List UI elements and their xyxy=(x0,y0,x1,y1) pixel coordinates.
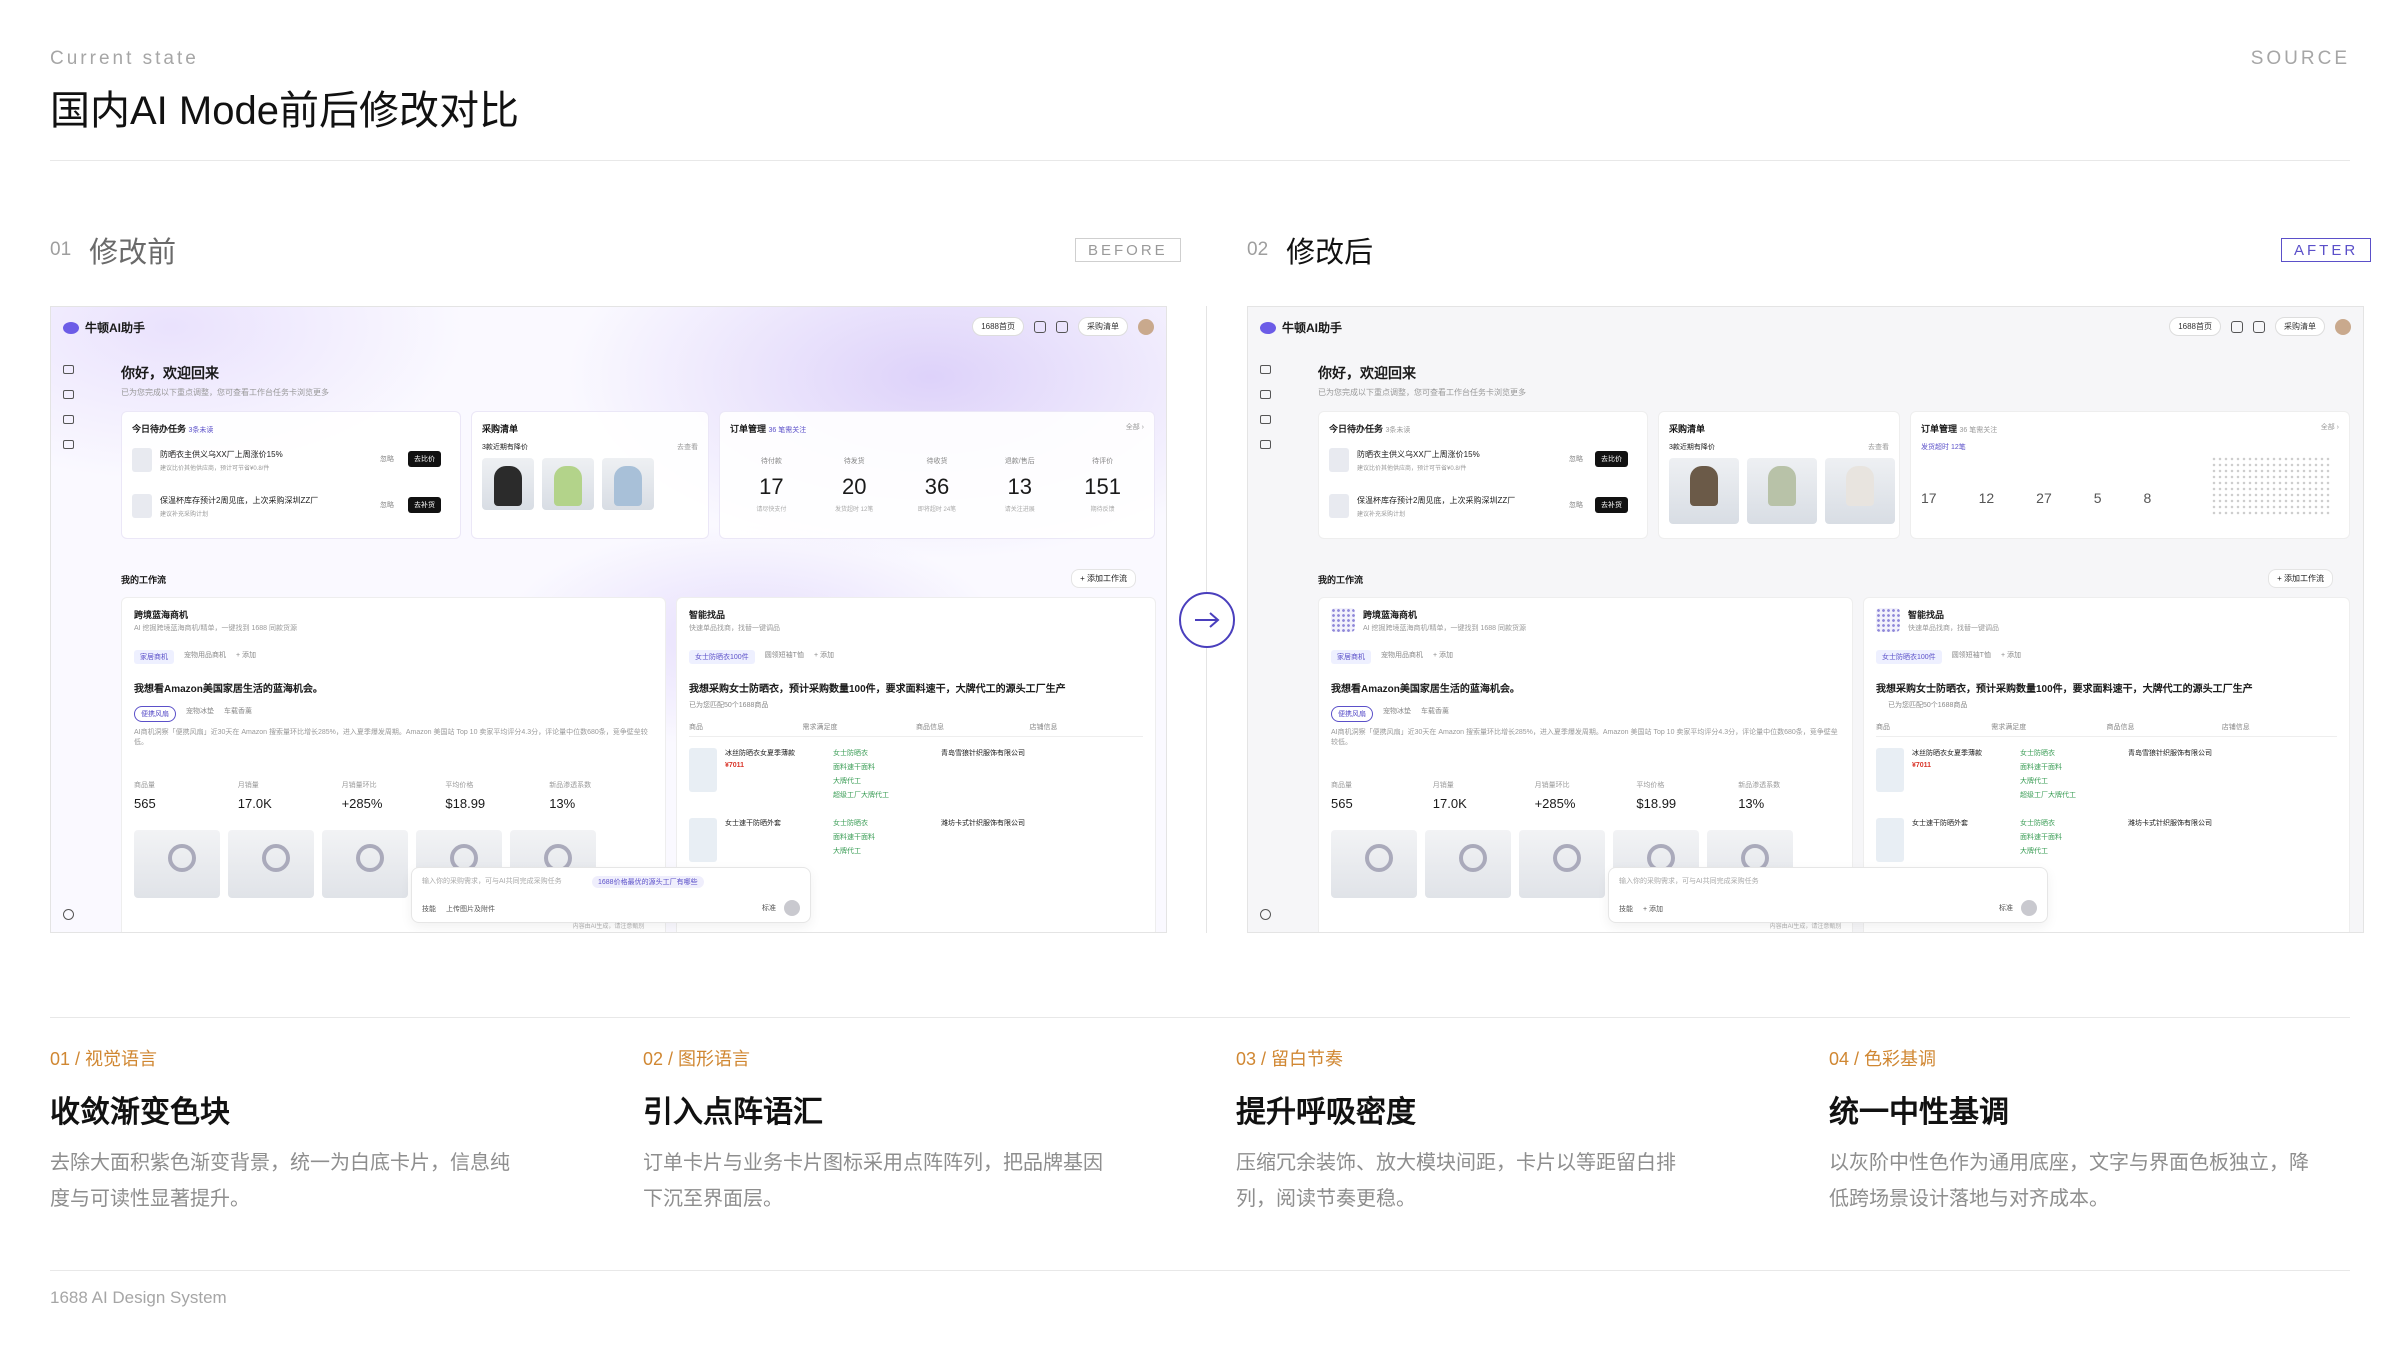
nav-chat-icon[interactable] xyxy=(63,440,74,449)
before-tag: BEFORE xyxy=(1075,238,1181,262)
todo-card: 今日待办任务 3条未读 防晒衣主供义乌XX厂上周涨价15% 建议比价其他供应商，预… xyxy=(1318,411,1648,539)
nav-cart-icon[interactable] xyxy=(1260,415,1271,424)
product-row[interactable]: 冰丝防晒衣女夏季薄款 ¥7011 女士防晒衣 面料速干面料 大牌代工 超级工厂大牌代工 … xyxy=(1876,748,2258,800)
nav-folder-icon[interactable] xyxy=(63,390,74,399)
topbar: 1688首页 采购清单 xyxy=(972,317,1154,336)
add-workflow-button[interactable]: + 添加工作流 xyxy=(2268,569,2333,588)
settings-icon[interactable] xyxy=(1260,909,1271,920)
avatar[interactable] xyxy=(2335,318,2351,335)
task-item[interactable]: 防晒衣主供义乌XX厂上周涨价15% 建议比价其他供应商，预计可节省¥0.8/件 忽略… xyxy=(132,448,452,472)
top-divider xyxy=(50,160,2350,161)
cart-card: 采购清单 3款近期有降价 去查看 xyxy=(1658,411,1900,539)
order-card: 订单管理 36 笔需关注 全部 › 待付款 17 请尽快支付 待发货 20 发货超时 1… xyxy=(719,411,1155,539)
after-num: 02 xyxy=(1247,239,1269,260)
before-title: 修改前 xyxy=(89,237,177,269)
nav-home-icon[interactable] xyxy=(63,365,74,374)
point-1: 01 / 视觉语言 收敛渐变色块 去除大面积紫色渐变背景，统一为白底卡片，信息纯… xyxy=(50,1049,510,1210)
point-2: 02 / 图形语言 引入点阵语汇 订单卡片与业务卡片图标采用点阵阵列，把品牌基因… xyxy=(643,1049,1103,1210)
product-row[interactable]: 女士速干防晒外套 女士防晒衣 面料速干面料 大牌代工 潍坊卡式针织服饰有限公司 xyxy=(1876,818,2258,862)
compare-button[interactable]: 去比价 xyxy=(1595,451,1628,467)
order-stats: 待付款 17 请尽快支付 待发货 20 发货超时 12笔 待收货 36 即将超时 24笔 退… xyxy=(756,458,1121,513)
settings-icon[interactable] xyxy=(63,909,74,920)
purchase-button[interactable]: 采购清单 xyxy=(1078,317,1128,336)
home-link[interactable]: 1688首页 xyxy=(972,317,1024,336)
workflow-heading: 我的工作流 xyxy=(1318,575,1364,585)
before-heading: 01 修改前 xyxy=(50,230,176,270)
app-logo: 牛顿AI助手 xyxy=(63,319,145,336)
todo-card: 今日待办任务 3条未读 防晒衣主供义乌XX厂上周涨价15% 建议比价其他供应商，预… xyxy=(121,411,461,539)
after-screenshot: 牛顿AI助手 1688首页 采购清单 你好，欢迎回来 已为您完成以下重点调整，您… xyxy=(1247,306,2364,933)
dot-grid-icon xyxy=(1876,608,1900,632)
bell-icon[interactable] xyxy=(2231,320,2243,333)
product-row[interactable]: 女士速干防晒外套 女士防晒衣 面料速干面料 大牌代工 潍坊卡式针织服饰有限公司 xyxy=(689,818,1071,862)
side-nav xyxy=(1260,365,1271,449)
order-card: 订单管理 36 笔需关注 全部 › 发货超时 12笔 17 12 27 5 8 xyxy=(1910,411,2350,539)
dot-matrix xyxy=(2211,456,2331,516)
nav-cart-icon[interactable] xyxy=(63,415,74,424)
point-4: 04 / 色彩基调 统一中性基调 以灰阶中性色作为通用底座，文字与界面色板独立，… xyxy=(1829,1049,2309,1210)
restock-button[interactable]: 去补货 xyxy=(1595,497,1628,513)
nav-chat-icon[interactable] xyxy=(1260,440,1271,449)
send-button[interactable] xyxy=(2021,900,2037,916)
after-title: 修改后 xyxy=(1286,237,1374,269)
after-heading: 02 修改后 xyxy=(1247,230,1373,270)
planet-icon xyxy=(63,321,79,334)
workflow-heading: 我的工作流 xyxy=(121,575,167,585)
greeting: 你好，欢迎回来 xyxy=(1318,365,1416,381)
before-screenshot: 牛顿AI助手 1688首页 采购清单 你好，欢迎回来 已为您完成以下重点调整，您… xyxy=(50,306,1167,933)
doc-icon[interactable] xyxy=(1056,320,1068,333)
compare-button[interactable]: 去比价 xyxy=(408,451,441,467)
app-logo: 牛顿AI助手 xyxy=(1260,319,1342,336)
point-3: 03 / 留白节奏 提升呼吸密度 压缩冗余装饰、放大模块间距，卡片以等距留白排列… xyxy=(1236,1049,1676,1210)
purchase-button[interactable]: 采购清单 xyxy=(2275,317,2325,336)
task-item[interactable]: 防晒衣主供义乌XX厂上周涨价15% 建议比价其他供应商，预计可节省¥0.8/件 忽略… xyxy=(1329,448,1639,472)
greeting: 你好，欢迎回来 xyxy=(121,365,219,381)
task-item[interactable]: 保温杯库存预计2周见底，上次采购深圳ZZ厂 建议补充采购计划 忽略 去补货 xyxy=(1329,494,1639,518)
before-num: 01 xyxy=(50,239,72,260)
planet-icon xyxy=(1260,321,1276,334)
add-workflow-button[interactable]: + 添加工作流 xyxy=(1071,569,1136,588)
chat-input[interactable]: 输入你的采购需求，可与AI共同完成采购任务 1688价格最优的源头工厂有哪些 技… xyxy=(411,867,811,923)
greeting-sub: 已为您完成以下重点调整，您可查看工作台任务卡浏览更多 xyxy=(1318,388,1526,397)
nav-home-icon[interactable] xyxy=(1260,365,1271,374)
greeting-sub: 已为您完成以下重点调整，您可查看工作台任务卡浏览更多 xyxy=(121,388,329,397)
cart-card: 采购清单 3款近期有降价 去查看 xyxy=(471,411,709,539)
eyebrow: Current state xyxy=(50,48,199,69)
chat-input[interactable]: 输入你的采购需求，可与AI共同完成采购任务 技能 + 添加 标准 xyxy=(1608,867,2048,923)
after-tag: AFTER xyxy=(2281,238,2372,262)
arrow-right-icon xyxy=(1179,592,1235,648)
side-nav xyxy=(63,365,74,449)
dot-grid-icon xyxy=(1331,608,1355,632)
topbar: 1688首页 采购清单 xyxy=(2169,317,2351,336)
order-stats: 17 12 27 5 8 xyxy=(1921,490,2152,506)
bell-icon[interactable] xyxy=(1034,320,1046,333)
send-button[interactable] xyxy=(784,900,800,916)
bottom-divider xyxy=(50,1270,2350,1271)
page-title: 国内AI Mode前后修改对比 xyxy=(50,89,519,133)
avatar[interactable] xyxy=(1138,318,1154,335)
nav-folder-icon[interactable] xyxy=(1260,390,1271,399)
doc-icon[interactable] xyxy=(2253,320,2265,333)
task-item[interactable]: 保温杯库存预计2周见底，上次采购深圳ZZ厂 建议补充采购计划 忽略 去补货 xyxy=(132,494,452,518)
restock-button[interactable]: 去补货 xyxy=(408,497,441,513)
home-link[interactable]: 1688首页 xyxy=(2169,317,2221,336)
product-row[interactable]: 冰丝防晒衣女夏季薄款 ¥7011 女士防晒衣 面料速干面料 大牌代工 超级工厂大牌代工 … xyxy=(689,748,1071,800)
brand-footer: 1688 AI Design System xyxy=(50,1288,227,1307)
source-label: SOURCE xyxy=(2250,48,2350,69)
mid-divider xyxy=(50,1017,2350,1018)
